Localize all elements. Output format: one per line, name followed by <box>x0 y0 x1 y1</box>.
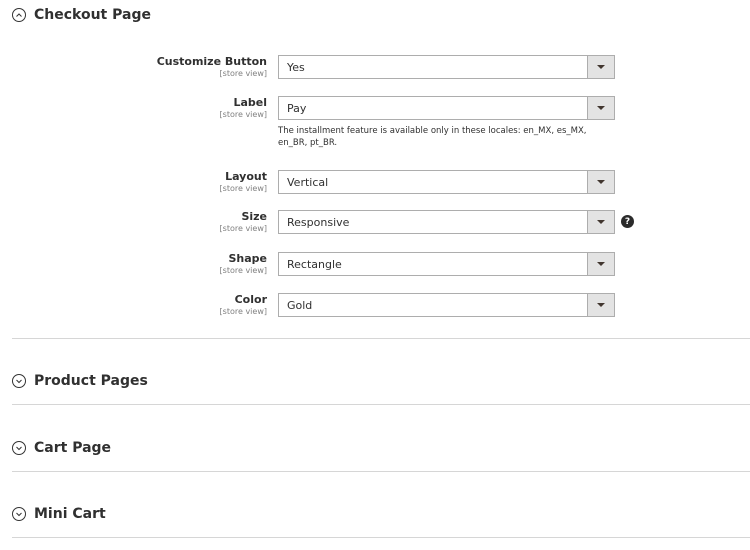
shape-select[interactable]: Rectangle <box>278 252 615 276</box>
field-label: Shape <box>228 252 267 265</box>
dropdown-arrow-icon <box>587 294 614 316</box>
field-label: Layout <box>225 170 267 183</box>
field-scope: [store view] <box>219 307 267 316</box>
field-scope: [store view] <box>219 224 267 233</box>
field-label: Color <box>234 293 267 306</box>
select-value: Pay <box>287 101 307 115</box>
select-value: Yes <box>287 60 305 74</box>
field-scope: [store view] <box>219 184 267 193</box>
field-scope: [store view] <box>219 110 267 119</box>
layout-select[interactable]: Vertical <box>278 170 615 194</box>
dropdown-arrow-icon <box>587 171 614 193</box>
select-value: Vertical <box>287 175 329 189</box>
section-minicart-header[interactable]: Mini Cart <box>12 506 106 522</box>
section-title: Checkout Page <box>34 7 151 23</box>
select-value: Responsive <box>287 215 350 229</box>
field-note: The installment feature is available onl… <box>278 126 587 148</box>
section-divider <box>12 537 750 538</box>
section-divider <box>12 338 750 339</box>
dropdown-arrow-icon <box>587 97 614 119</box>
field-label: Customize Button <box>156 55 267 68</box>
dropdown-arrow-icon <box>587 56 614 78</box>
customize-button-select[interactable]: Yes <box>278 55 615 79</box>
field-scope: [store view] <box>219 69 267 78</box>
dropdown-arrow-icon <box>587 253 614 275</box>
section-divider <box>12 471 750 472</box>
section-checkout-header[interactable]: Checkout Page <box>12 7 151 23</box>
color-select[interactable]: Gold <box>278 293 615 317</box>
field-label: Size <box>241 210 267 223</box>
section-cart-header[interactable]: Cart Page <box>12 440 111 456</box>
section-product-header[interactable]: Product Pages <box>12 373 148 389</box>
section-title: Product Pages <box>34 373 148 389</box>
help-icon[interactable]: ? <box>621 215 634 228</box>
section-title: Mini Cart <box>34 506 106 522</box>
field-scope: [store view] <box>219 266 267 275</box>
chevron-down-icon <box>12 441 26 455</box>
section-title: Cart Page <box>34 440 112 456</box>
dropdown-arrow-icon <box>587 211 614 233</box>
chevron-down-icon <box>12 507 26 521</box>
section-divider <box>12 404 750 405</box>
field-label: Label <box>233 96 267 109</box>
select-value: Rectangle <box>287 257 342 271</box>
size-select[interactable]: Responsive <box>278 210 615 234</box>
label-select[interactable]: Pay <box>278 96 615 120</box>
chevron-down-icon <box>12 374 26 388</box>
chevron-up-icon <box>12 8 26 22</box>
select-value: Gold <box>287 298 313 312</box>
